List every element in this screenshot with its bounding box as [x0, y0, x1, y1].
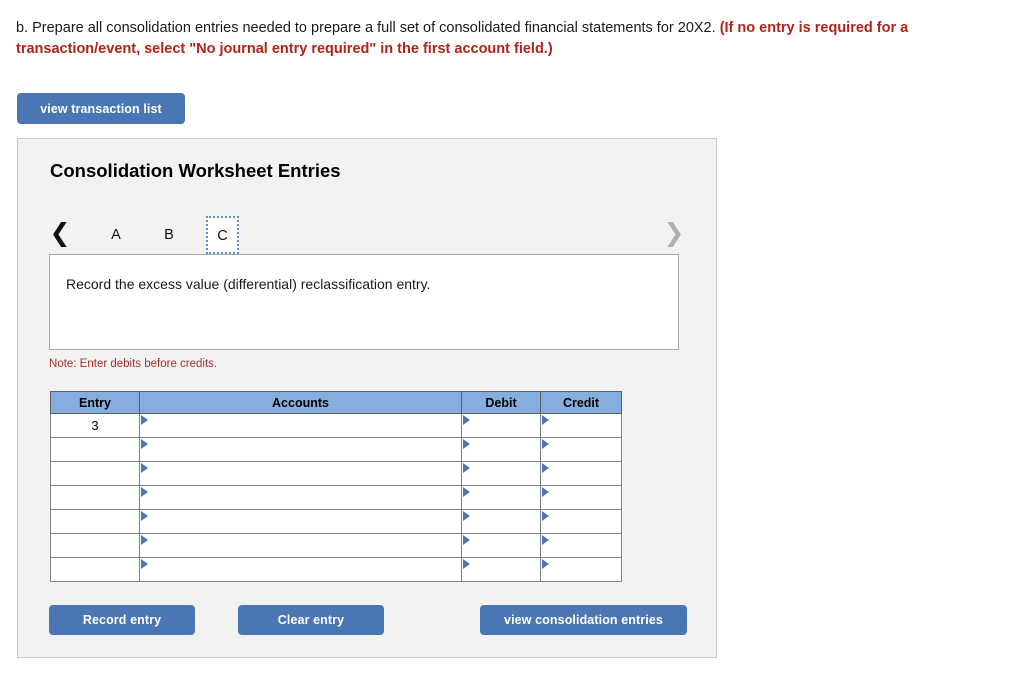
dropdown-marker-icon — [542, 463, 549, 473]
cell-entry-number — [50, 485, 140, 510]
cell-credit-input[interactable] — [540, 485, 622, 510]
dropdown-marker-icon — [463, 487, 470, 497]
dropdown-marker-icon — [542, 511, 549, 521]
dropdown-marker-icon — [463, 463, 470, 473]
table-header-row: Entry Accounts Debit Credit — [50, 391, 622, 414]
dropdown-marker-icon — [542, 535, 549, 545]
view-transaction-list-button[interactable]: view transaction list — [17, 93, 185, 124]
column-header-debit: Debit — [461, 391, 541, 414]
cell-entry-number: 3 — [50, 413, 140, 438]
cell-debit-input[interactable] — [461, 533, 541, 558]
cell-credit-input[interactable] — [540, 461, 622, 486]
dropdown-marker-icon — [463, 439, 470, 449]
cell-credit-input[interactable] — [540, 437, 622, 462]
tab-entry-b[interactable]: B — [157, 221, 181, 249]
cell-debit-input[interactable] — [461, 413, 541, 438]
dropdown-marker-icon — [141, 559, 148, 569]
cell-entry-number — [50, 557, 140, 582]
chevron-right-icon[interactable]: ❯ — [663, 219, 685, 249]
table-row — [50, 437, 622, 462]
cell-credit-input[interactable] — [540, 509, 622, 534]
dropdown-marker-icon — [542, 487, 549, 497]
column-header-credit: Credit — [540, 391, 622, 414]
cell-entry-number — [50, 437, 140, 462]
table-row: 3 — [50, 413, 622, 438]
cell-accounts-select[interactable] — [139, 557, 462, 582]
dropdown-marker-icon — [463, 559, 470, 569]
cell-accounts-select[interactable] — [139, 437, 462, 462]
dropdown-marker-icon — [463, 511, 470, 521]
column-header-entry: Entry — [50, 391, 140, 414]
table-row — [50, 485, 622, 510]
prompt-main-text: b. Prepare all consolidation entries nee… — [16, 20, 716, 36]
cell-debit-input[interactable] — [461, 557, 541, 582]
table-row — [50, 533, 622, 558]
column-header-accounts: Accounts — [139, 391, 462, 414]
tab-entry-c[interactable]: C — [206, 216, 239, 254]
tab-entry-a[interactable]: A — [104, 221, 128, 249]
cell-debit-input[interactable] — [461, 485, 541, 510]
dropdown-marker-icon — [463, 535, 470, 545]
question-prompt: b. Prepare all consolidation entries nee… — [16, 18, 991, 60]
consolidation-worksheet-panel: Consolidation Worksheet Entries ❮ A B C … — [17, 138, 717, 658]
dropdown-marker-icon — [141, 511, 148, 521]
cell-accounts-select[interactable] — [139, 533, 462, 558]
cell-entry-number — [50, 533, 140, 558]
cell-credit-input[interactable] — [540, 413, 622, 438]
entry-description-text: Record the excess value (differential) r… — [66, 276, 431, 292]
cell-entry-number — [50, 509, 140, 534]
cell-accounts-select[interactable] — [139, 413, 462, 438]
cell-accounts-select[interactable] — [139, 461, 462, 486]
dropdown-marker-icon — [542, 559, 549, 569]
cell-accounts-select[interactable] — [139, 509, 462, 534]
dropdown-marker-icon — [463, 415, 470, 425]
cell-debit-input[interactable] — [461, 461, 541, 486]
table-row — [50, 509, 622, 534]
dropdown-marker-icon — [141, 415, 148, 425]
cell-credit-input[interactable] — [540, 533, 622, 558]
cell-entry-number — [50, 461, 140, 486]
view-consolidation-entries-button[interactable]: view consolidation entries — [480, 605, 687, 635]
debits-before-credits-note: Note: Enter debits before credits. — [49, 358, 218, 370]
cell-debit-input[interactable] — [461, 509, 541, 534]
entry-description-box: Record the excess value (differential) r… — [49, 254, 679, 350]
cell-credit-input[interactable] — [540, 557, 622, 582]
table-row — [50, 461, 622, 486]
dropdown-marker-icon — [141, 463, 148, 473]
page-title: Consolidation Worksheet Entries — [50, 160, 341, 181]
dropdown-marker-icon — [141, 535, 148, 545]
dropdown-marker-icon — [542, 415, 549, 425]
dropdown-marker-icon — [141, 439, 148, 449]
dropdown-marker-icon — [141, 487, 148, 497]
entry-tabs: ❮ A B C ❯ — [49, 216, 689, 255]
journal-entry-table: Entry Accounts Debit Credit 3 — [50, 391, 622, 582]
table-row — [50, 557, 622, 582]
record-entry-button[interactable]: Record entry — [49, 605, 195, 635]
dropdown-marker-icon — [542, 439, 549, 449]
chevron-left-icon[interactable]: ❮ — [49, 219, 71, 249]
cell-accounts-select[interactable] — [139, 485, 462, 510]
clear-entry-button[interactable]: Clear entry — [238, 605, 384, 635]
cell-debit-input[interactable] — [461, 437, 541, 462]
